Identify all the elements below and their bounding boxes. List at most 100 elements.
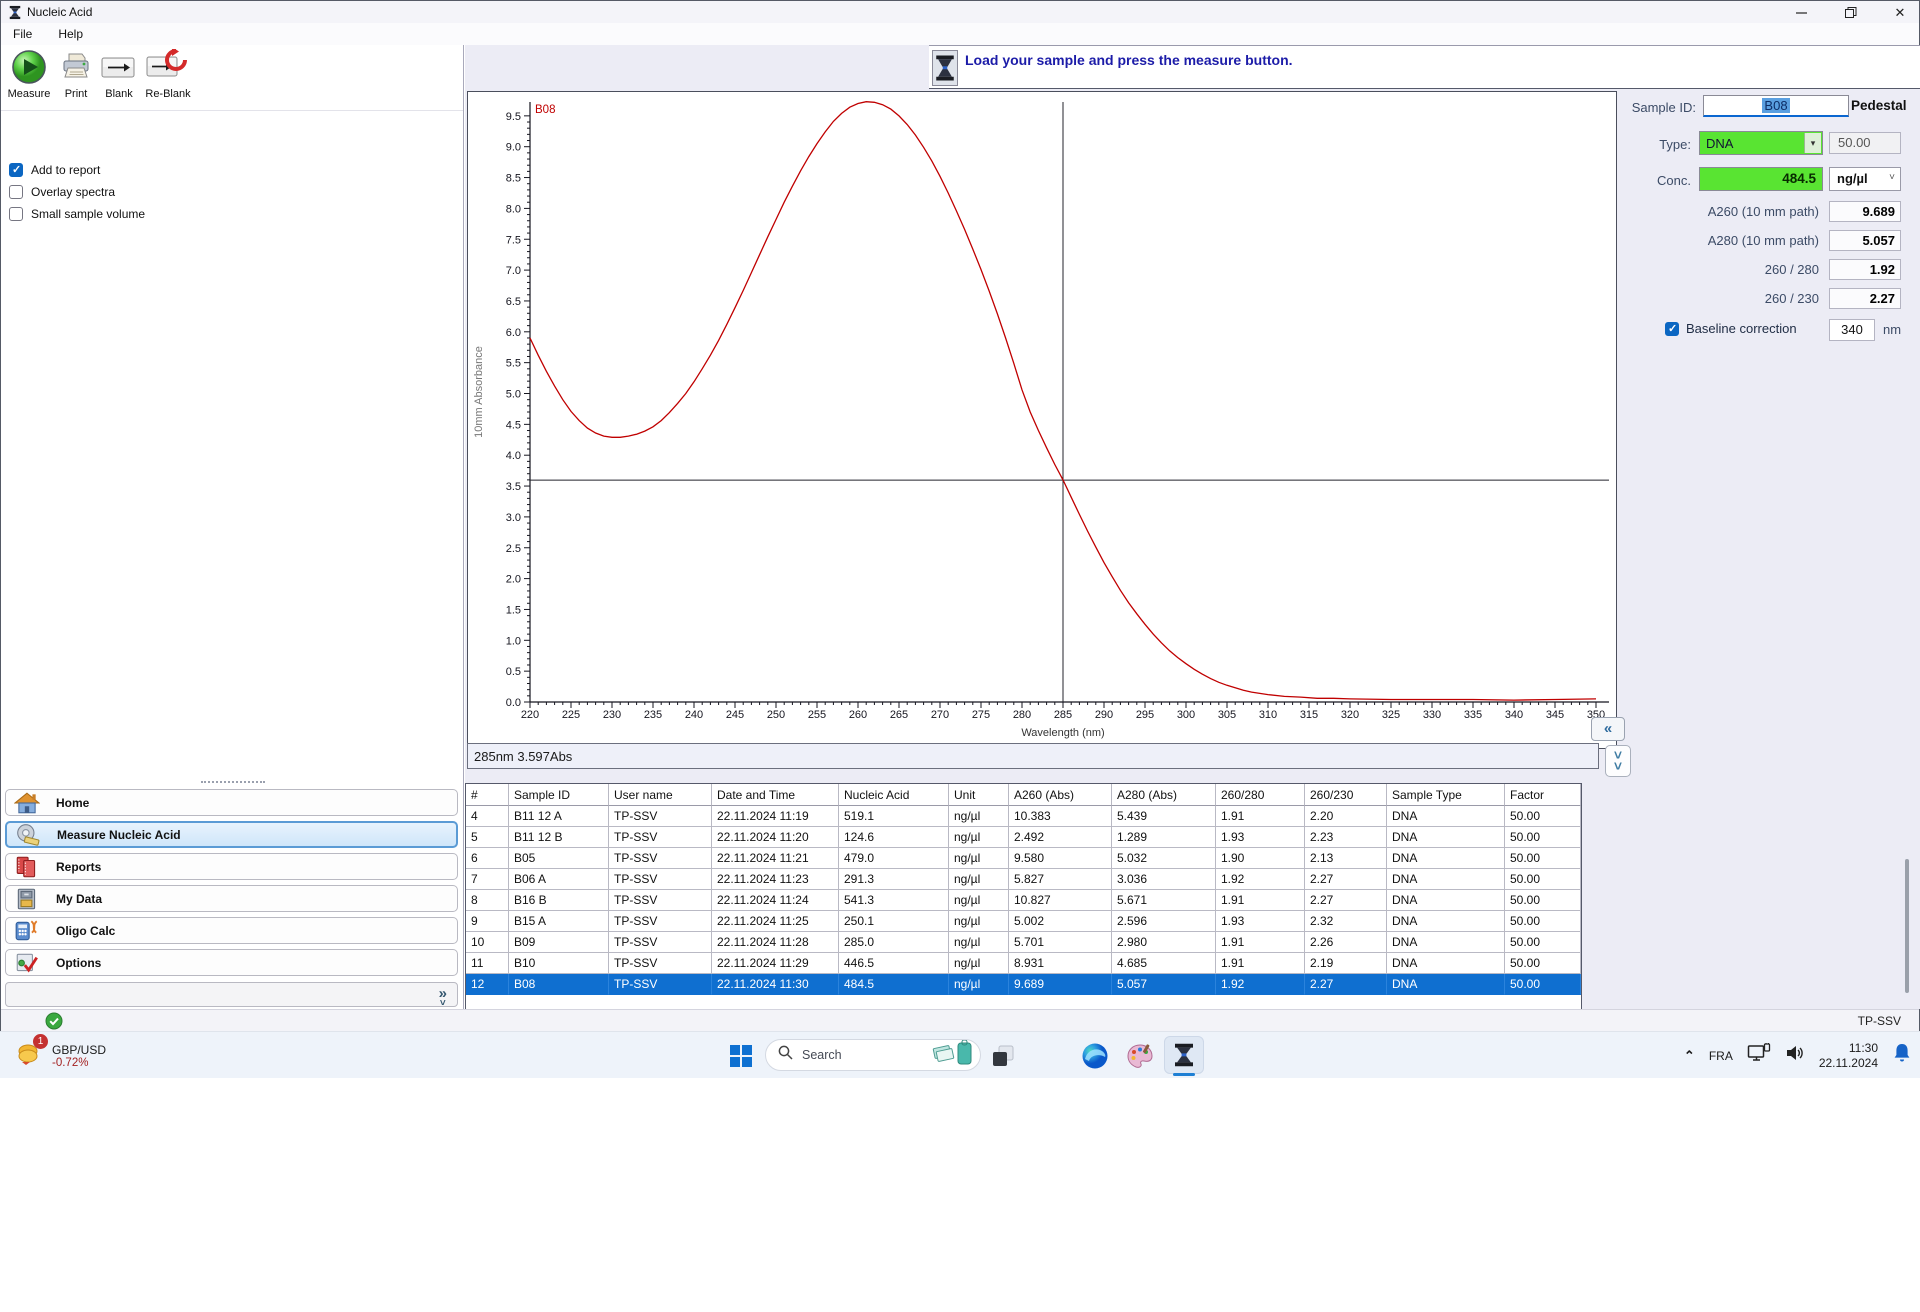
- cell: 2.596: [1112, 911, 1216, 932]
- cell: 2.19: [1305, 953, 1387, 974]
- table-row[interactable]: 9 B15 A TP-SSV 22.11.2024 11:25 250.1 ng/µl 5.…: [466, 911, 1581, 932]
- factor-field[interactable]: 50.00: [1829, 132, 1901, 154]
- baseline-wavelength-field[interactable]: 340: [1829, 319, 1875, 341]
- cell: B06 A: [509, 869, 609, 890]
- cell: 22.11.2024 11:30: [712, 974, 839, 995]
- column-header[interactable]: #: [466, 784, 509, 806]
- column-header[interactable]: 260/280: [1216, 784, 1305, 806]
- cell: DNA: [1387, 848, 1505, 869]
- cell: TP-SSV: [609, 974, 712, 995]
- close-button[interactable]: ✕: [1885, 4, 1915, 21]
- search-box[interactable]: Search: [765, 1039, 981, 1071]
- table-scrollbar[interactable]: [1905, 859, 1909, 993]
- table-row[interactable]: 7 B06 A TP-SSV 22.11.2024 11:23 291.3 ng/µl 5.…: [466, 869, 1581, 890]
- nucleic-acid-app-task-icon[interactable]: [1164, 1036, 1204, 1074]
- column-header[interactable]: 260/230: [1305, 784, 1387, 806]
- svg-text:0.5: 0.5: [506, 666, 521, 678]
- sidebar-item-label: Reports: [56, 859, 102, 874]
- restore-button[interactable]: [1836, 4, 1866, 21]
- network-icon[interactable]: [1747, 1042, 1771, 1068]
- coins-icon: 1: [16, 1034, 48, 1073]
- paint-app-icon[interactable]: [1125, 1041, 1155, 1071]
- cell: 9: [466, 911, 509, 932]
- table-row[interactable]: 8 B16 B TP-SSV 22.11.2024 11:24 541.3 ng/µl 10…: [466, 890, 1581, 911]
- cell: 8: [466, 890, 509, 911]
- widget-change: -0.72%: [52, 1056, 89, 1069]
- cell: DNA: [1387, 932, 1505, 953]
- svg-text:325: 325: [1382, 709, 1400, 721]
- instrument-pedestal-icon: [932, 50, 958, 86]
- cell: 50.00: [1505, 932, 1581, 953]
- spectrum-chart[interactable]: 220 225 230 235 240 245 250 255 260 265 270 275 280 2…: [467, 91, 1617, 749]
- svg-text:280: 280: [1013, 709, 1031, 721]
- sidebar-item-oligo-calc[interactable]: Oligo Calc: [5, 917, 458, 944]
- table-row[interactable]: 5 B11 12 B TP-SSV 22.11.2024 11:20 124.6 ng/µ…: [466, 827, 1581, 848]
- print-button[interactable]: Print: [55, 47, 97, 100]
- results-table: # Sample ID User name Date and Time Nucleic …: [465, 783, 1582, 1011]
- notification-bell-icon[interactable]: [1892, 1042, 1912, 1069]
- sidebar-item-reports[interactable]: Reports: [5, 853, 458, 880]
- column-header[interactable]: Unit: [949, 784, 1009, 806]
- sidebar-item-home[interactable]: Home: [5, 789, 458, 816]
- table-row[interactable]: 10 B09 TP-SSV 22.11.2024 11:28 285.0 ng/µl 5.7…: [466, 932, 1581, 953]
- volume-icon[interactable]: [1785, 1044, 1805, 1067]
- type-dropdown[interactable]: DNA ▾: [1699, 131, 1823, 155]
- column-header[interactable]: Sample Type: [1387, 784, 1505, 806]
- column-header[interactable]: A280 (Abs): [1112, 784, 1216, 806]
- column-header[interactable]: User name: [609, 784, 712, 806]
- sidebar-item-measure-nucleic-acid[interactable]: Measure Nucleic Acid: [5, 821, 458, 848]
- cell: 10.827: [1009, 890, 1112, 911]
- svg-text:B08: B08: [535, 104, 555, 116]
- tray-expand-icon[interactable]: ⌃: [1684, 1048, 1695, 1064]
- sample-id-input[interactable]: B08: [1703, 95, 1849, 117]
- readout-expand-button[interactable]: ˅ ˅: [1605, 745, 1631, 777]
- task-view-icon[interactable]: [988, 1041, 1018, 1071]
- chart-collapse-button[interactable]: «: [1591, 717, 1625, 741]
- cursor-readout: 285nm 3.597Abs: [467, 743, 1599, 769]
- checkbox[interactable]: [9, 185, 23, 199]
- minimize-button[interactable]: [1786, 4, 1816, 21]
- table-row[interactable]: 6 B05 TP-SSV 22.11.2024 11:21 479.0 ng/µl 9.58…: [466, 848, 1581, 869]
- language-indicator[interactable]: FRA: [1709, 1049, 1733, 1063]
- cell: TP-SSV: [609, 827, 712, 848]
- column-header[interactable]: Factor: [1505, 784, 1581, 806]
- table-row[interactable]: 11 B10 TP-SSV 22.11.2024 11:29 446.5 ng/µl 8.9…: [466, 953, 1581, 974]
- blank-button[interactable]: Blank: [97, 47, 141, 100]
- cell: 50.00: [1505, 827, 1581, 848]
- options-icon: [14, 951, 40, 975]
- table-row[interactable]: 4 B11 12 A TP-SSV 22.11.2024 11:19 519.1 ng/µ…: [466, 806, 1581, 827]
- cell: 5.827: [1009, 869, 1112, 890]
- weather-finance-widget[interactable]: 1 GBP/USD -0.72%: [16, 1034, 107, 1073]
- widget-pair: GBP/USD: [52, 1042, 107, 1057]
- svg-text:295: 295: [1136, 709, 1154, 721]
- toolbar-button-label: Measure: [7, 88, 51, 100]
- clock[interactable]: 11:30 22.11.2024: [1819, 1041, 1878, 1071]
- cell: 50.00: [1505, 806, 1581, 827]
- checkbox[interactable]: [9, 163, 23, 177]
- start-button[interactable]: [726, 1041, 756, 1071]
- sidebar-footer[interactable]: » ˅: [5, 982, 458, 1009]
- cell: 11: [466, 953, 509, 974]
- cell: TP-SSV: [609, 848, 712, 869]
- baseline-checkbox[interactable]: [1665, 321, 1679, 336]
- measure-button[interactable]: Measure: [5, 47, 53, 100]
- column-header[interactable]: Nucleic Acid: [839, 784, 949, 806]
- edge-browser-icon[interactable]: [1080, 1041, 1110, 1071]
- menu-help[interactable]: Help: [58, 27, 83, 41]
- svg-text:4.0: 4.0: [506, 450, 521, 462]
- checkbox[interactable]: [9, 207, 23, 221]
- unit-dropdown[interactable]: ng/µl ˅: [1829, 167, 1901, 191]
- sidebar-item-options[interactable]: Options: [5, 949, 458, 976]
- cell: ng/µl: [949, 953, 1009, 974]
- sidebar-item-my-data[interactable]: My Data: [5, 885, 458, 912]
- column-header[interactable]: Date and Time: [712, 784, 839, 806]
- table-row[interactable]: 12 B08 TP-SSV 22.11.2024 11:30 484.5 ng/µl 9.6…: [466, 974, 1581, 995]
- column-header[interactable]: Sample ID: [509, 784, 609, 806]
- column-header[interactable]: A260 (Abs): [1009, 784, 1112, 806]
- toolbar-button-label: Blank: [105, 88, 133, 100]
- splitter-handle[interactable]: [201, 781, 265, 785]
- re-blank-button[interactable]: Re-Blank: [139, 47, 197, 100]
- cell: DNA: [1387, 911, 1505, 932]
- cell: 484.5: [839, 974, 949, 995]
- menu-file[interactable]: File: [13, 27, 32, 41]
